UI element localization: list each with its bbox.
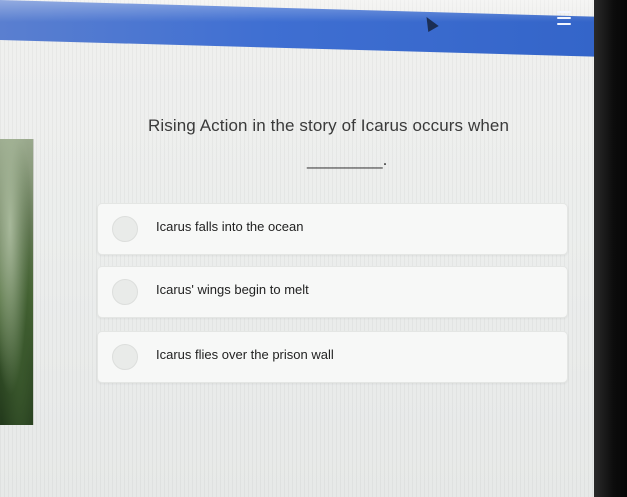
screen: Rising Action in the story of Icarus occ… (0, 0, 594, 497)
question-blank: ________. (307, 150, 388, 169)
answer-option-label: Icarus' wings begin to melt (156, 282, 309, 297)
radio-button[interactable] (112, 216, 138, 242)
question-text: Rising Action in the story of Icarus occ… (148, 116, 510, 135)
side-image (0, 139, 34, 425)
monitor-bezel (594, 0, 627, 497)
answer-option-label: Icarus falls into the ocean (156, 219, 304, 234)
answer-option-label: Icarus flies over the prison wall (156, 347, 334, 362)
radio-button[interactable] (112, 344, 138, 370)
answer-option-1[interactable]: Icarus falls into the ocean (97, 203, 568, 255)
hamburger-menu-icon[interactable] (557, 10, 571, 26)
radio-button[interactable] (112, 279, 138, 305)
top-bar-highlight (0, 0, 594, 22)
answer-option-2[interactable]: Icarus' wings begin to melt (97, 266, 568, 318)
answer-option-3[interactable]: Icarus flies over the prison wall (97, 331, 568, 383)
